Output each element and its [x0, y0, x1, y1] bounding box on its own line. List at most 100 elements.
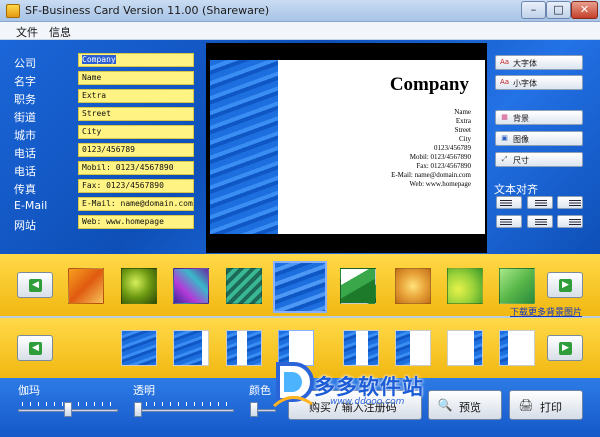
card-line: Fax: 0123/4567890: [416, 162, 471, 170]
menu-file[interactable]: 文件: [16, 24, 38, 40]
company-field[interactable]: Company: [78, 53, 194, 67]
fax-field[interactable]: Fax: 0123/4567890: [78, 179, 194, 193]
close-button[interactable]: ✕: [571, 1, 598, 19]
background-thumb[interactable]: [173, 268, 209, 304]
download-more-backgrounds-link[interactable]: 下载更多背景图片: [510, 305, 582, 318]
transparency-label: 透明: [133, 384, 155, 397]
background-thumb[interactable]: [226, 268, 262, 304]
text-align-label: 文本对齐: [494, 183, 538, 196]
backgrounds-next-button[interactable]: ▶: [547, 272, 583, 298]
card-company: Company: [389, 74, 469, 95]
small-font-button[interactable]: Aa 小字体: [495, 75, 583, 90]
layout-thumb[interactable]: [121, 330, 157, 366]
layout-thumb[interactable]: [173, 330, 209, 366]
field-label-phone: 电话: [14, 147, 36, 160]
image-button[interactable]: ▣ 图像: [495, 131, 583, 146]
align-center-bottom-button[interactable]: [527, 215, 553, 228]
phone-field[interactable]: 0123/456789: [78, 143, 194, 157]
transparency-ticks: [138, 402, 232, 406]
font-small-icon: Aa: [499, 78, 510, 86]
street-field[interactable]: Street: [78, 107, 194, 121]
image-label: 图像: [513, 135, 529, 144]
print-button[interactable]: 🖨 打印: [509, 390, 583, 420]
size-button[interactable]: ⤢ 尺寸: [495, 152, 583, 167]
email-field[interactable]: E-Mail: name@domain.com: [78, 197, 194, 211]
background-thumb[interactable]: [447, 268, 483, 304]
layouts-prev-button[interactable]: ◀: [17, 335, 53, 361]
large-font-label: 大字体: [513, 59, 537, 68]
title-field[interactable]: Extra: [78, 89, 194, 103]
preview-button[interactable]: 🔍 预览: [428, 390, 502, 420]
background-label: 背景: [513, 114, 529, 123]
background-thumb[interactable]: [68, 268, 104, 304]
card-line: E-Mail: name@domain.com: [391, 171, 471, 179]
background-thumb-selected[interactable]: [273, 261, 327, 313]
watermark-url: www.ddooo.com: [330, 397, 405, 407]
card-line: Mobil: 0123/4567890: [409, 153, 471, 161]
window-title: SF-Business Card Version 11.00 (Sharewar…: [25, 4, 270, 17]
large-font-button[interactable]: Aa 大字体: [495, 55, 583, 70]
watermark-logo: [273, 362, 314, 408]
fade-label: 伽玛: [18, 384, 40, 397]
card-background-stripe: [210, 60, 278, 234]
maximize-button[interactable]: □: [546, 1, 571, 19]
web-field[interactable]: Web: www.homepage: [78, 215, 194, 229]
palette-icon: ▦: [501, 113, 508, 121]
field-label-web: 网站: [14, 219, 36, 232]
menu-info[interactable]: 信息: [49, 24, 71, 40]
background-thumb[interactable]: [121, 268, 157, 304]
layout-thumb[interactable]: [499, 330, 535, 366]
mobile-field[interactable]: Mobil: 0123/4567890: [78, 161, 194, 175]
field-label-city: 城市: [14, 129, 36, 142]
arrow-left-icon: ◀: [29, 279, 42, 292]
layouts-next-button[interactable]: ▶: [547, 335, 583, 361]
city-field[interactable]: City: [78, 125, 194, 139]
transparency-slider-thumb[interactable]: [134, 402, 142, 417]
background-button[interactable]: ▦ 背景: [495, 110, 583, 125]
company-value: Company: [82, 55, 116, 64]
menu-bar: 文件 信息: [0, 22, 600, 40]
align-left-icon: [500, 200, 512, 206]
field-label-street: 街道: [14, 111, 36, 124]
minimize-button[interactable]: –: [521, 1, 546, 19]
align-right-top-button[interactable]: [557, 196, 583, 209]
background-thumb[interactable]: [499, 268, 535, 304]
field-label-mobile: 电话: [14, 165, 36, 178]
card-details: Name Extra Street City 0123/456789 Mobil…: [391, 108, 471, 189]
align-right-icon: [569, 219, 581, 225]
align-left-bottom-button[interactable]: [496, 215, 522, 228]
resize-icon: ⤢: [501, 155, 508, 163]
preview-label: 预览: [459, 401, 481, 414]
transparency-slider[interactable]: [134, 409, 234, 412]
layout-thumb[interactable]: [226, 330, 262, 366]
layout-thumb[interactable]: [447, 330, 483, 366]
magnifier-icon: 🔍: [437, 398, 453, 412]
arrow-right-icon: ▶: [559, 342, 572, 355]
business-card-preview[interactable]: Company Name Extra Street City 0123/4567…: [210, 60, 485, 234]
align-left-top-button[interactable]: [496, 196, 522, 209]
title-bar: SF-Business Card Version 11.00 (Sharewar…: [0, 0, 600, 22]
field-label-company: 公司: [14, 57, 36, 70]
align-center-top-button[interactable]: [527, 196, 553, 209]
arrow-right-icon: ▶: [559, 279, 572, 292]
layout-thumb[interactable]: [343, 330, 379, 366]
field-label-fax: 传真: [14, 183, 36, 196]
card-line: City: [458, 135, 471, 143]
card-line: Web: www.homepage: [409, 180, 471, 188]
backgrounds-prev-button[interactable]: ◀: [17, 272, 53, 298]
background-thumb[interactable]: [340, 268, 376, 304]
printer-icon: 🖨: [518, 398, 534, 412]
background-thumb[interactable]: [395, 268, 431, 304]
align-right-bottom-button[interactable]: [557, 215, 583, 228]
color-slider-thumb[interactable]: [250, 402, 258, 417]
color-label: 颜色: [249, 384, 271, 397]
card-line: 0123/456789: [434, 144, 471, 152]
card-line: Street: [454, 126, 471, 134]
small-font-label: 小字体: [513, 79, 537, 88]
fade-slider-thumb[interactable]: [64, 402, 72, 417]
arrow-left-icon: ◀: [29, 342, 42, 355]
layout-thumb[interactable]: [395, 330, 431, 366]
field-label-title: 职务: [14, 93, 36, 106]
name-field[interactable]: Name: [78, 71, 194, 85]
image-icon: ▣: [501, 134, 508, 142]
